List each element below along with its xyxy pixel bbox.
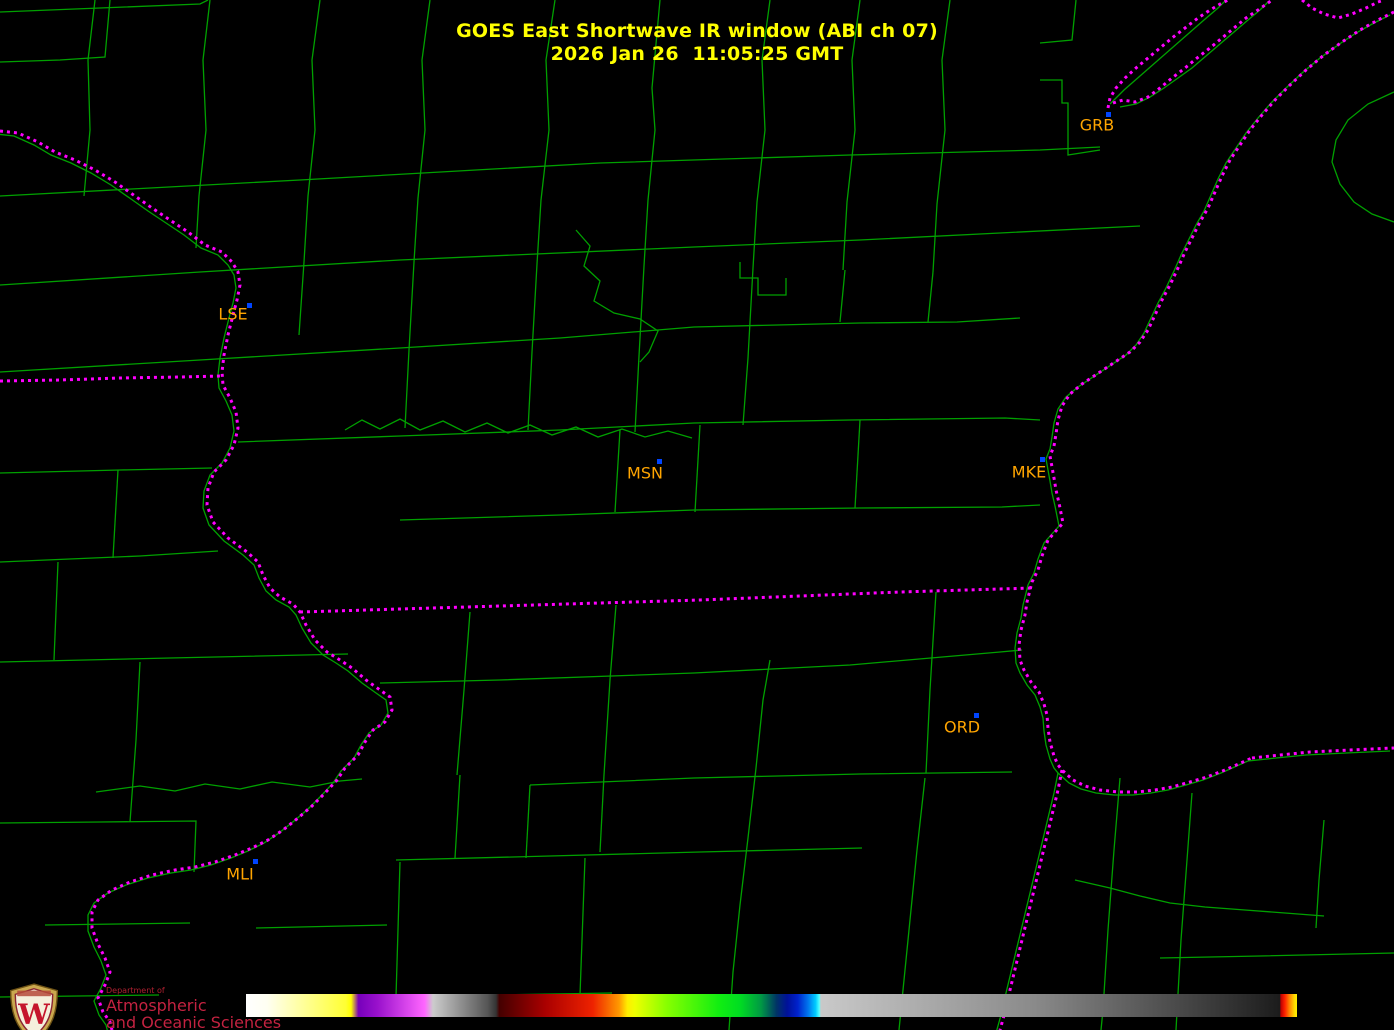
city-label-MLI: MLI bbox=[226, 865, 253, 884]
county-boundary-line bbox=[1160, 953, 1394, 958]
city-label-MSN: MSN bbox=[627, 464, 663, 483]
county-boundary-line bbox=[0, 147, 1100, 196]
state-border-il-in-border bbox=[1000, 770, 1062, 1030]
county-boundary-line bbox=[380, 650, 1022, 683]
logo-dept-label: Department of bbox=[106, 987, 281, 995]
county-boundary-line bbox=[740, 262, 786, 295]
county-boundary-line bbox=[604, 605, 616, 775]
county-boundary-line bbox=[600, 775, 604, 852]
county-boundary-line bbox=[855, 420, 860, 508]
county-boundary-line bbox=[396, 848, 862, 860]
county-boundary-line bbox=[0, 468, 212, 473]
uw-crest-icon: W bbox=[6, 983, 62, 1030]
shoreline-county-line-in-mi-border bbox=[1248, 751, 1390, 761]
county-boundary-line bbox=[840, 270, 845, 322]
county-boundary-line bbox=[0, 821, 196, 872]
county-boundary-line bbox=[526, 785, 530, 858]
county-boundary-line bbox=[899, 778, 925, 1030]
state-border-mississippi-river bbox=[0, 131, 392, 1030]
county-boundary-line bbox=[928, 272, 933, 322]
county-boundary-line bbox=[256, 925, 387, 928]
color-scale-bar bbox=[246, 994, 1297, 1017]
county-boundary-line bbox=[530, 772, 1012, 785]
county-boundary-line bbox=[345, 419, 692, 438]
logo-text-block: Department of Atmospheric and Oceanic Sc… bbox=[106, 987, 281, 1030]
county-boundary-line bbox=[45, 923, 190, 925]
shoreline-county-line-il-in-border bbox=[996, 773, 1058, 1030]
county-boundary-line bbox=[54, 562, 58, 660]
county-boundary-line bbox=[695, 425, 700, 512]
county-boundary-line bbox=[926, 592, 936, 773]
county-boundary-line bbox=[1316, 820, 1324, 928]
county-boundary-line bbox=[1101, 778, 1120, 1030]
logo-line-2: and Oceanic Sciences bbox=[106, 1014, 281, 1030]
county-boundary-line bbox=[0, 318, 1020, 372]
image-title-block: GOES East Shortwave IR window (ABI ch 07… bbox=[0, 20, 1394, 66]
state-border-mn-ia-border bbox=[0, 376, 222, 381]
city-label-LSE: LSE bbox=[218, 305, 247, 324]
image-timestamp: 2026 Jan 26 11:05:25 GMT bbox=[0, 43, 1394, 66]
county-boundary-line bbox=[396, 862, 400, 997]
county-boundary-line bbox=[0, 551, 218, 562]
county-boundary-line bbox=[130, 662, 140, 822]
satellite-image-viewport: GOES East Shortwave IR window (ABI ch 07… bbox=[0, 0, 1394, 1030]
svg-text:W: W bbox=[17, 998, 50, 1030]
county-boundary-line bbox=[0, 654, 348, 662]
county-boundary-line bbox=[113, 470, 118, 558]
county-boundary-line bbox=[455, 775, 460, 858]
county-boundary-line bbox=[1075, 880, 1324, 916]
state-border-wi-il-border bbox=[300, 588, 1033, 612]
city-dot-LSE bbox=[247, 303, 252, 308]
image-title: GOES East Shortwave IR window (ABI ch 07… bbox=[0, 20, 1394, 43]
city-dot-MLI bbox=[253, 859, 258, 864]
shoreline-county-line-lake-michigan-west-shore bbox=[1015, 15, 1390, 795]
city-label-ORD: ORD bbox=[944, 718, 980, 737]
map-boundaries-layer bbox=[0, 0, 1394, 1030]
city-label-GRB: GRB bbox=[1080, 116, 1115, 135]
logo-line-1: Atmospheric bbox=[106, 997, 281, 1014]
city-label-MKE: MKE bbox=[1012, 463, 1046, 482]
shoreline-county-line-mississippi-river bbox=[0, 134, 388, 1030]
county-boundary-line bbox=[0, 0, 208, 12]
county-boundary-line bbox=[729, 660, 770, 1030]
county-boundary-line bbox=[580, 858, 585, 995]
county-boundary-line bbox=[96, 779, 362, 792]
county-boundary-line bbox=[457, 612, 470, 775]
county-boundary-line bbox=[1332, 92, 1394, 222]
state-border-in-mi-border bbox=[1252, 748, 1394, 758]
county-boundary-line bbox=[615, 430, 620, 512]
state-border-washington-island-chain bbox=[1302, 0, 1384, 18]
county-boundary-line bbox=[0, 226, 1140, 285]
uw-aos-logo: W Department of Atmospheric and Oceanic … bbox=[6, 983, 281, 1030]
state-border-lake-michigan-west-shore bbox=[1019, 12, 1394, 792]
city-dot-MKE bbox=[1040, 457, 1045, 462]
county-boundary-line bbox=[400, 505, 1040, 520]
